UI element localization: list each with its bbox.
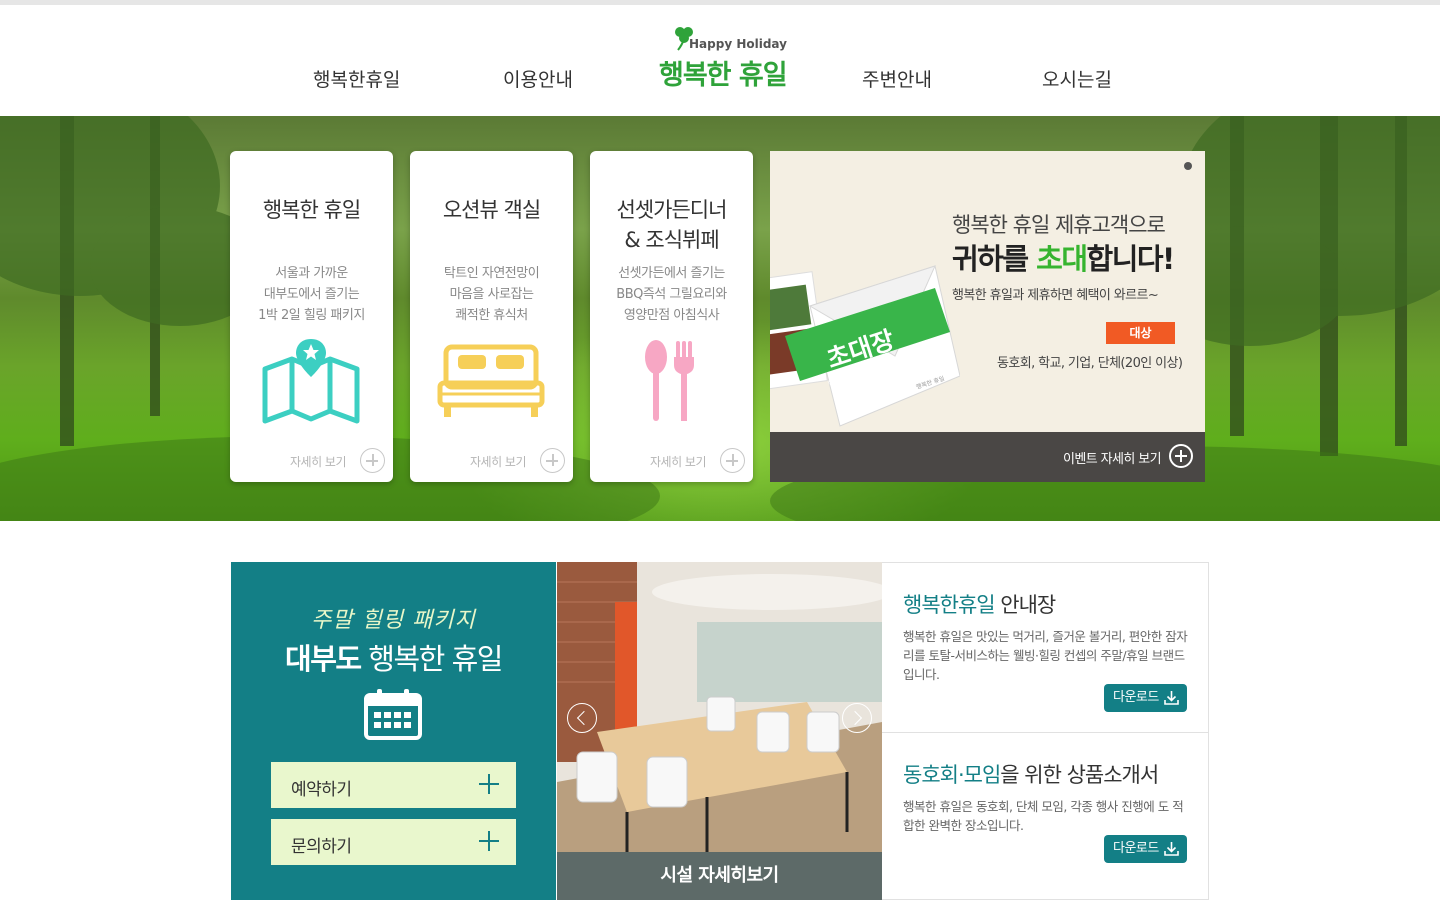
nav-item-nearby[interactable]: 주변안내	[862, 65, 932, 92]
prev-arrow-icon[interactable]	[567, 703, 597, 733]
site-header: 행복한휴일 이용안내 Happy Holiday 행복한 휴일 주변안내 오시는…	[0, 5, 1440, 116]
promo-headline: 귀하를 초대합니다!	[952, 242, 1175, 276]
next-arrow-icon[interactable]	[842, 703, 872, 733]
promo-targets: 동호회, 학교, 기업, 단체(20인 이상)	[997, 356, 1183, 371]
card-title: 선셋가든디너 & 조식뷔페	[616, 198, 728, 252]
plus-circle-icon	[720, 448, 745, 473]
brochure-guide: 행복한휴일 안내장 행복한 휴일은 맛있는 먹거리, 즐거운 볼거리, 편안한 …	[882, 563, 1208, 732]
card-description: 서울과 가까운 대부도에서 즐기는 1박 2일 힐링 패키지	[258, 266, 365, 323]
plus-icon	[479, 831, 499, 851]
brochure-club-product: 동호회·모임을 위한 상품소개서 행복한 휴일은 동호회, 단체 모임, 각종 …	[882, 732, 1208, 901]
feature-card-ocean-view-room[interactable]: 오션뷰 객실 탁트인 자연전망이 마음을 사로잡는 쾌적한 휴식처 자세히 보기	[410, 151, 573, 482]
logo-tagline: Happy Holiday	[689, 37, 787, 51]
card-description: 선셋가든에서 즐기는 BBQ즉석 그릴요리와 영양만점 아침식사	[616, 266, 727, 323]
spoon-fork-icon	[645, 340, 694, 421]
nav-item-usage-guide[interactable]: 이용안내	[503, 65, 573, 92]
facility-slider: 시설 자세히보기	[557, 562, 882, 900]
card-description: 탁트인 자연전망이 마음을 사로잡는 쾌적한 휴식처	[443, 266, 540, 323]
promo-line-3: 행복한 휴일과 제휴하면 혜택이 와르르~	[952, 288, 1159, 303]
brochure-title: 행복한휴일 안내장	[903, 593, 1056, 617]
feature-card-sunset-dinner[interactable]: 선셋가든디너 & 조식뷔페 선셋가든에서 즐기는 BBQ즉석 그릴요리와 영양만…	[590, 151, 753, 482]
invitation-envelope-image: 초대장 행복한 휴일 제휴고객으로 귀하를 초대 행복한 휴일	[770, 265, 960, 427]
card-more-link[interactable]: 자세히 보기	[650, 448, 745, 474]
hero-banner: 행복한 휴일 서울과 가까운 대부도에서 즐기는 1박 2일 힐링 패키지 자세…	[0, 116, 1440, 521]
card-more-link[interactable]: 자세히 보기	[290, 448, 385, 474]
restaurant-photo	[557, 562, 882, 852]
logo-name: 행복한 휴일	[659, 60, 788, 91]
plus-circle-icon[interactable]	[1169, 444, 1193, 468]
download-icon	[1164, 691, 1179, 705]
package-subtitle: 주말 힐링 패키지	[311, 608, 476, 633]
site-logo[interactable]: Happy Holiday 행복한 휴일	[655, 25, 790, 95]
promo-invitation-banner: 초대장 행복한 휴일 제휴고객으로 귀하를 초대 행복한 휴일 행복한 휴일 제…	[770, 151, 1205, 482]
weekend-package-panel: 주말 힐링 패키지 대부도 행복한 휴일 예약하기 문의하기	[231, 562, 556, 900]
brochure-panel: 행복한휴일 안내장 행복한 휴일은 맛있는 먹거리, 즐거운 볼거리, 편안한 …	[882, 562, 1209, 900]
event-more-label: 이벤트 자세히 보기	[1063, 452, 1162, 467]
download-button[interactable]: 다운로드	[1104, 835, 1187, 863]
target-badge: 대상	[1106, 322, 1175, 344]
brochure-title: 동호회·모임을 위한 상품소개서	[903, 763, 1159, 787]
card-title: 오션뷰 객실	[442, 198, 541, 222]
promo-line-1: 행복한 휴일 제휴고객으로	[952, 213, 1166, 237]
card-title: 행복한 휴일	[262, 198, 361, 222]
plus-icon	[479, 774, 499, 794]
brochure-description: 행복한 휴일은 동호회, 단체 모임, 각종 행사 진행에 도 적합한 완벽한 …	[903, 799, 1184, 833]
plus-circle-icon	[540, 448, 565, 473]
feature-card-happy-holiday[interactable]: 행복한 휴일 서울과 가까운 대부도에서 즐기는 1박 2일 힐링 패키지 자세…	[230, 151, 393, 482]
reserve-button[interactable]: 예약하기	[271, 762, 516, 808]
map-icon	[262, 339, 360, 424]
download-icon	[1164, 842, 1179, 856]
facility-more-link[interactable]: 시설 자세히보기	[557, 852, 882, 900]
inquiry-button[interactable]: 문의하기	[271, 819, 516, 865]
nav-item-happy-holiday[interactable]: 행복한휴일	[313, 65, 400, 92]
slider-dot[interactable]	[1184, 162, 1192, 170]
calendar-icon	[364, 689, 422, 740]
download-button[interactable]: 다운로드	[1104, 684, 1187, 712]
plus-circle-icon	[360, 448, 385, 473]
event-more-bar[interactable]: 이벤트 자세히 보기	[770, 432, 1205, 482]
package-title: 대부도 행복한 휴일	[285, 642, 503, 676]
bed-icon	[437, 344, 545, 417]
nav-item-directions[interactable]: 오시는길	[1042, 65, 1112, 92]
card-more-link[interactable]: 자세히 보기	[470, 448, 565, 474]
brochure-description: 행복한 휴일은 맛있는 먹거리, 즐거운 볼거리, 편안한 잠자리를 토탈-서비…	[903, 629, 1188, 682]
